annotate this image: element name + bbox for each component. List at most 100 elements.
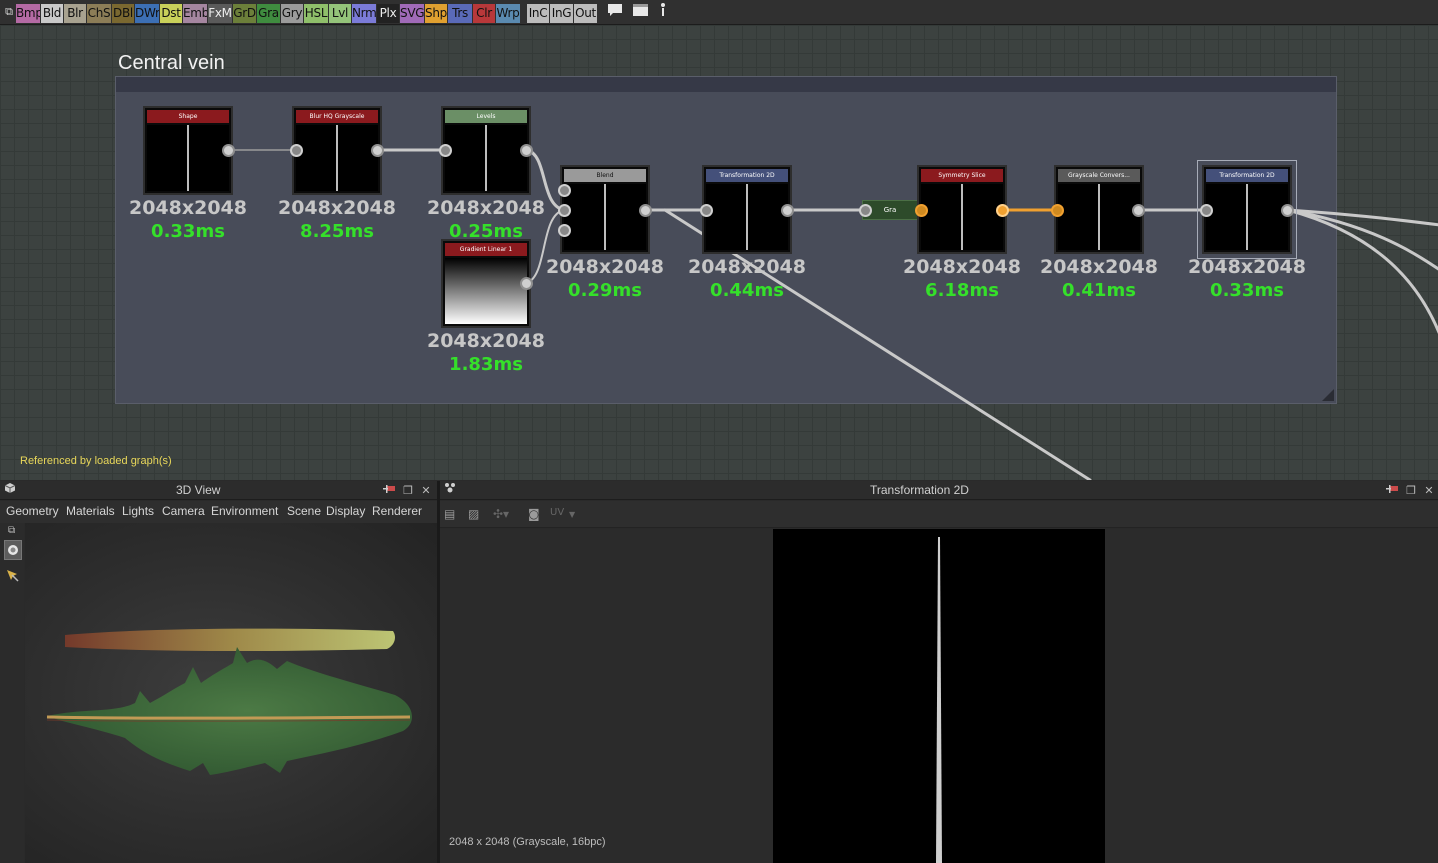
chevron-down-icon[interactable]: ▼ xyxy=(569,510,575,519)
pin-icon[interactable] xyxy=(656,2,670,22)
filter-grd-button[interactable]: GrD xyxy=(233,4,256,23)
filter-ing-button[interactable]: InG xyxy=(550,4,573,23)
node-resolution: 2048x2048 xyxy=(277,197,397,219)
node-transformation-2d[interactable]: Transformation 2D xyxy=(702,165,792,254)
comment-icon[interactable] xyxy=(606,2,624,22)
restore-icon[interactable]: ❐ xyxy=(400,481,416,500)
output-port[interactable] xyxy=(781,204,794,217)
input-port[interactable] xyxy=(859,204,872,217)
filter-inc-button[interactable]: InC xyxy=(527,4,549,23)
filter-dst-button[interactable]: Dst xyxy=(160,4,182,23)
output-port[interactable] xyxy=(520,277,533,290)
view2d-titlebar[interactable]: Transformation 2D ❐ ✕ xyxy=(440,481,1438,500)
output-port[interactable] xyxy=(1281,204,1294,217)
node-timing: 6.18ms xyxy=(925,280,999,301)
view2d-viewport[interactable]: 2048 x 2048 (Grayscale, 16bpc) xyxy=(440,529,1438,863)
external-link-icon[interactable]: ⧉ xyxy=(8,525,15,536)
filter-blr-button[interactable]: Blr xyxy=(64,4,86,23)
input-port[interactable] xyxy=(558,184,571,197)
view3d-side-toolbar: ⧉ xyxy=(0,523,24,863)
filter-out-button[interactable]: Out xyxy=(574,4,597,23)
graph-canvas[interactable]: Central vein Shape 2048x2048 0.33ms Blur… xyxy=(0,25,1438,480)
node-title: Gradient Linear 1 xyxy=(445,243,527,256)
pin-panel-icon[interactable] xyxy=(1384,481,1400,500)
external-link-icon[interactable]: ⧉ xyxy=(3,2,15,22)
filter-nrm-button[interactable]: Nrm xyxy=(352,4,376,23)
filter-lvl-button[interactable]: Lvl xyxy=(329,4,351,23)
output-port[interactable] xyxy=(996,204,1009,217)
filter-dbl-button[interactable]: DBl xyxy=(112,4,134,23)
filter-plx-button[interactable]: Plx xyxy=(377,4,399,23)
input-port[interactable] xyxy=(558,204,571,217)
view3d-titlebar[interactable]: 3D View ❐ ✕ xyxy=(0,481,437,500)
cube-icon xyxy=(2,481,18,500)
menu-scene[interactable]: Scene xyxy=(287,504,321,518)
filter-wrp-button[interactable]: Wrp xyxy=(496,4,520,23)
pointer-tool-icon[interactable] xyxy=(6,567,19,586)
output-port[interactable] xyxy=(639,204,652,217)
node-blur-hq-grayscale[interactable]: Blur HQ Grayscale xyxy=(292,106,382,195)
close-icon[interactable]: ✕ xyxy=(1421,481,1437,500)
close-icon[interactable]: ✕ xyxy=(418,481,434,500)
menu-display[interactable]: Display xyxy=(326,504,365,518)
node-gradient-linear[interactable]: Gradient Linear 1 xyxy=(441,239,531,328)
node-shape[interactable]: Shape xyxy=(143,106,233,195)
output-port[interactable] xyxy=(1132,204,1145,217)
uv-toggle[interactable]: UV xyxy=(550,507,564,518)
node-timing: 0.33ms xyxy=(151,221,225,242)
light-tool-icon[interactable] xyxy=(4,540,22,560)
input-port[interactable] xyxy=(915,204,928,217)
node-thumbnail xyxy=(147,125,229,191)
view3d-menubar: Geometry Materials Lights Camera Environ… xyxy=(0,501,437,523)
filter-trs-button[interactable]: Trs xyxy=(448,4,472,23)
filter-clr-button[interactable]: Clr xyxy=(473,4,495,23)
filter-svg-button[interactable]: SVG xyxy=(400,4,424,23)
filter-gry-button[interactable]: Gry xyxy=(281,4,303,23)
input-port[interactable] xyxy=(700,204,713,217)
menu-environment[interactable]: Environment xyxy=(211,504,278,518)
panel-title: 3D View xyxy=(176,483,221,497)
input-port[interactable] xyxy=(558,224,571,237)
input-port[interactable] xyxy=(1051,204,1064,217)
menu-lights[interactable]: Lights xyxy=(122,504,154,518)
node-blend[interactable]: Blend xyxy=(560,165,650,254)
filter-chs-button[interactable]: ChS xyxy=(87,4,111,23)
filter-fxm-button[interactable]: FxM xyxy=(208,4,232,23)
output-port[interactable] xyxy=(222,144,235,157)
node-transformation-2d-selected[interactable]: Transformation 2D xyxy=(1197,160,1297,259)
save-icon[interactable]: ▨ xyxy=(468,507,479,521)
view3d-viewport[interactable] xyxy=(25,523,437,863)
filter-emb-button[interactable]: Emb xyxy=(183,4,207,23)
input-port[interactable] xyxy=(439,144,452,157)
channels-icon[interactable]: ✣▾ xyxy=(493,507,509,521)
filter-shp-button[interactable]: Shp xyxy=(425,4,447,23)
filter-hsl-button[interactable]: HSL xyxy=(304,4,328,23)
input-port[interactable] xyxy=(1200,204,1213,217)
filter-gra-button[interactable]: Gra xyxy=(257,4,280,23)
node-symmetry-slice[interactable]: Symmetry Slice xyxy=(917,165,1007,254)
camera-icon[interactable]: ◙ xyxy=(528,507,540,521)
layers-icon[interactable]: ▤ xyxy=(444,507,455,521)
menu-camera[interactable]: Camera xyxy=(162,504,205,518)
menu-renderer[interactable]: Renderer xyxy=(372,504,422,518)
node-timing: 0.41ms xyxy=(1062,280,1136,301)
texture-preview xyxy=(773,529,1105,863)
output-port[interactable] xyxy=(371,144,384,157)
menu-materials[interactable]: Materials xyxy=(66,504,115,518)
node-resolution: 2048x2048 xyxy=(426,197,546,219)
node-resolution: 2048x2048 xyxy=(128,197,248,219)
node-timing: 0.29ms xyxy=(568,280,642,301)
filter-bmp-button[interactable]: Bmp xyxy=(16,4,40,23)
filter-bld-button[interactable]: Bld xyxy=(41,4,63,23)
frame-icon[interactable] xyxy=(630,2,650,22)
menu-geometry[interactable]: Geometry xyxy=(6,504,59,518)
node-filter-toolbar: ⧉ Bmp Bld Blr ChS DBl DWr Dst Emb FxM Gr… xyxy=(0,0,1438,25)
input-port[interactable] xyxy=(290,144,303,157)
node-levels[interactable]: Levels xyxy=(441,106,531,195)
restore-icon[interactable]: ❐ xyxy=(1403,481,1419,500)
filter-dwr-button[interactable]: DWr xyxy=(135,4,159,23)
node-thumbnail xyxy=(921,184,1003,250)
output-port[interactable] xyxy=(520,144,533,157)
pin-panel-icon[interactable] xyxy=(381,481,397,500)
node-grayscale-conversion[interactable]: Grayscale Convers... xyxy=(1054,165,1144,254)
